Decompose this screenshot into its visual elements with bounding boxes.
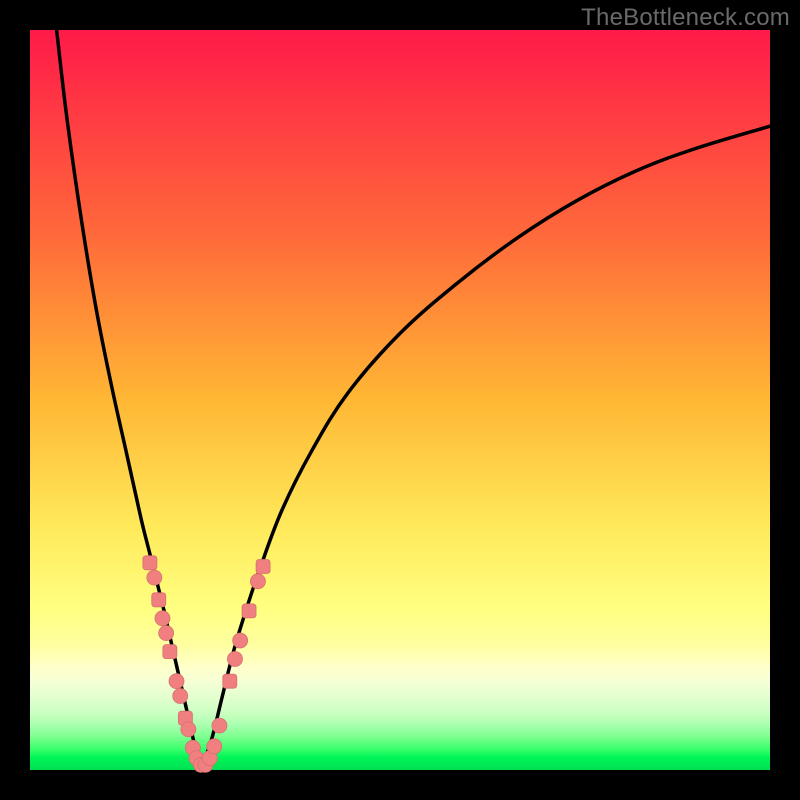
data-point	[233, 633, 248, 648]
data-point	[181, 722, 196, 737]
curve-right-branch	[201, 126, 770, 768]
data-point	[227, 652, 242, 667]
data-point	[242, 604, 256, 618]
chart-frame: TheBottleneck.com	[0, 0, 800, 800]
data-point	[212, 718, 227, 733]
data-point	[152, 593, 166, 607]
data-point	[163, 645, 177, 659]
data-point	[159, 626, 174, 641]
plot-area	[30, 30, 770, 770]
data-point	[207, 739, 222, 754]
watermark-text: TheBottleneck.com	[581, 4, 790, 32]
data-point	[173, 689, 188, 704]
data-point	[169, 674, 184, 689]
data-point	[143, 556, 157, 570]
curve-left-branch	[57, 30, 201, 769]
marker-group	[143, 556, 270, 773]
data-point	[155, 611, 170, 626]
chart-svg	[30, 30, 770, 770]
data-point	[223, 674, 237, 688]
data-point	[256, 560, 270, 574]
data-point	[250, 574, 265, 589]
data-point	[147, 570, 162, 585]
